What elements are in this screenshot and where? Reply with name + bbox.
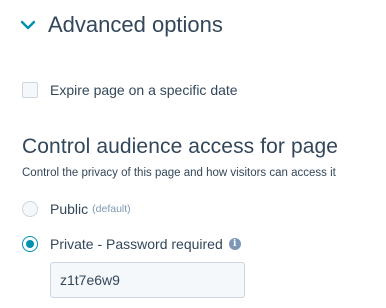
public-radio[interactable] xyxy=(22,201,38,217)
expire-page-label: Expire page on a specific date xyxy=(50,82,238,98)
private-label: Private - Password required xyxy=(50,236,223,252)
expire-page-option[interactable]: Expire page on a specific date xyxy=(22,82,238,98)
expire-page-checkbox[interactable] xyxy=(22,82,38,98)
section-title: Advanced options xyxy=(48,12,223,37)
default-badge: (default) xyxy=(92,203,131,215)
info-icon[interactable]: i xyxy=(228,238,241,250)
audience-access-help-text: Control the privacy of this page and how… xyxy=(22,167,336,179)
password-input[interactable] xyxy=(50,262,245,298)
public-label: Public xyxy=(50,201,89,217)
private-radio[interactable] xyxy=(22,236,38,252)
audience-access-heading: Control audience access for page xyxy=(22,135,339,158)
public-option[interactable]: Public (default) xyxy=(22,201,131,217)
advanced-options-toggle[interactable]: Advanced options xyxy=(18,12,223,38)
chevron-down-icon xyxy=(20,20,36,30)
private-option[interactable]: Private - Password required i xyxy=(22,236,241,252)
